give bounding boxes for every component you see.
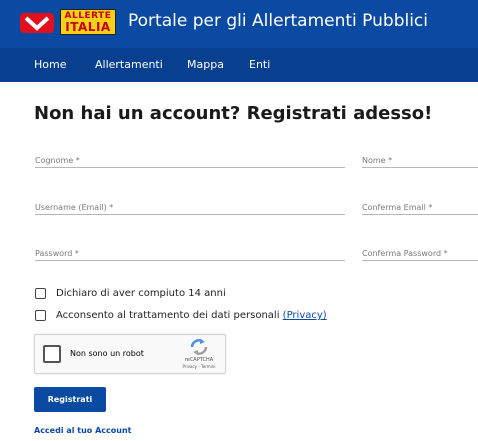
cognome-field[interactable] bbox=[35, 148, 345, 168]
conferma-password-input[interactable] bbox=[362, 249, 478, 258]
privacy-consent-row: Acconsento al trattamento dei dati perso… bbox=[35, 310, 327, 321]
password-field[interactable] bbox=[35, 241, 345, 261]
privacy-checkbox-label: Acconsento al trattamento dei dati perso… bbox=[56, 310, 327, 321]
password-input[interactable] bbox=[35, 249, 345, 258]
portal-title: Portale per gli Allertamenti Pubblici bbox=[128, 11, 429, 31]
recaptcha-checkbox[interactable] bbox=[43, 345, 61, 363]
username-field[interactable] bbox=[35, 195, 345, 215]
nome-field[interactable] bbox=[362, 148, 478, 168]
recaptcha-brand: reCAPTCHA bbox=[184, 357, 214, 363]
allerte-italia-logo[interactable]: ALLERTE ITALIA bbox=[60, 9, 116, 35]
cognome-input[interactable] bbox=[35, 156, 345, 165]
main-nav: Home Allertamenti Mappa Enti bbox=[0, 48, 478, 82]
age-consent-row: Dichiaro di aver compiuto 14 anni bbox=[35, 288, 226, 299]
recaptcha-logo-icon bbox=[190, 339, 208, 355]
nav-item-allertamenti[interactable]: Allertamenti bbox=[95, 58, 163, 71]
conferma-email-field[interactable] bbox=[362, 195, 478, 215]
nav-item-mappa[interactable]: Mappa bbox=[187, 58, 224, 71]
recaptcha-label: Non sono un robot bbox=[70, 349, 144, 358]
warning-chevron-icon bbox=[20, 13, 54, 33]
nav-item-enti[interactable]: Enti bbox=[249, 58, 270, 71]
recaptcha-widget: Non sono un robot reCAPTCHA Privacy - Te… bbox=[34, 334, 226, 374]
nome-input[interactable] bbox=[362, 156, 478, 165]
age-checkbox-label: Dichiaro di aver compiuto 14 anni bbox=[56, 288, 226, 299]
page-title: Non hai un account? Registrati adesso! bbox=[34, 103, 433, 124]
privacy-text: Acconsento al trattamento dei dati perso… bbox=[56, 310, 280, 321]
top-header: ALLERTE ITALIA Portale per gli Allertame… bbox=[0, 0, 478, 82]
brand-row: ALLERTE ITALIA Portale per gli Allertame… bbox=[0, 0, 478, 48]
privacy-checkbox[interactable] bbox=[35, 310, 46, 321]
conferma-email-input[interactable] bbox=[362, 203, 478, 212]
privacy-link[interactable]: (Privacy) bbox=[283, 310, 327, 321]
logo-line-2: ITALIA bbox=[65, 20, 111, 34]
nav-item-home[interactable]: Home bbox=[34, 58, 66, 71]
age-checkbox[interactable] bbox=[35, 288, 46, 299]
conferma-password-field[interactable] bbox=[362, 241, 478, 261]
username-input[interactable] bbox=[35, 203, 345, 212]
login-link[interactable]: Accedi al tuo Account bbox=[34, 426, 131, 435]
recaptcha-terms-link[interactable]: Privacy - Termini bbox=[175, 364, 223, 369]
register-button[interactable]: Registrati bbox=[34, 387, 106, 412]
